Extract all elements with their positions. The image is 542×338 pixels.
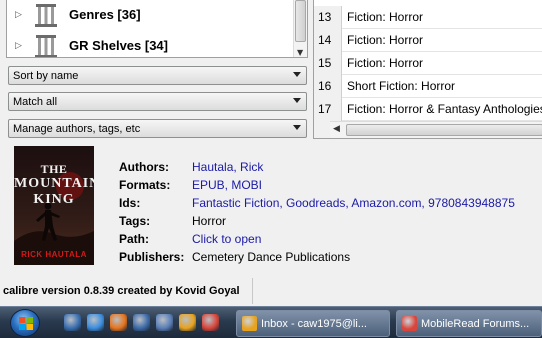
column-icon xyxy=(35,34,57,57)
scrollbar-thumb[interactable] xyxy=(346,124,542,136)
media-icon[interactable] xyxy=(133,314,150,331)
row-number: 13 xyxy=(314,6,342,29)
row-genre: Fiction: Horror xyxy=(347,10,424,24)
tag-browser-item-gr-shelves[interactable]: ▷ GR Shelves [34] xyxy=(7,31,297,57)
scroll-left-arrow-icon[interactable]: ◀ xyxy=(333,124,340,134)
table-row[interactable]: 17 Fiction: Horror & Fantasy Anthologies xyxy=(314,98,542,121)
scroll-down-arrow-icon[interactable]: ▼ xyxy=(297,48,303,57)
outlook-icon xyxy=(242,316,257,331)
start-button[interactable] xyxy=(10,309,40,337)
cover-title-line2: MOUNTAIN KING xyxy=(14,176,94,207)
book-list-horizontal-scrollbar[interactable]: ◀ xyxy=(330,121,542,138)
internet-explorer-icon[interactable] xyxy=(87,314,104,331)
tag-browser-item-genres[interactable]: ▷ Genres [36] xyxy=(7,0,297,29)
column-icon xyxy=(35,3,57,27)
calibre-icon[interactable] xyxy=(156,314,173,331)
path-label: Path: xyxy=(119,232,149,246)
publishers-label: Publishers: xyxy=(119,250,185,264)
row-genre: Short Fiction: Horror xyxy=(347,79,456,93)
match-mode-dropdown[interactable]: Match all xyxy=(8,92,307,111)
status-divider xyxy=(252,278,253,304)
sort-by-value: Sort by name xyxy=(13,69,79,82)
row-number: 17 xyxy=(314,98,342,121)
book-list: 13 Fiction: Horror 14 Fiction: Horror 15… xyxy=(313,0,542,139)
status-bar-text: calibre version 0.8.39 created by Kovid … xyxy=(3,285,240,297)
outlook-icon[interactable] xyxy=(179,314,196,331)
chrome-icon[interactable] xyxy=(202,314,219,331)
book-cover[interactable]: THE MOUNTAIN KING RICK HAUTALA xyxy=(14,146,94,265)
chevron-down-icon xyxy=(293,125,301,130)
match-mode-value: Match all xyxy=(13,95,58,108)
taskbar-button-chrome[interactable]: MobileRead Forums... xyxy=(396,310,542,337)
cover-title-line1: THE xyxy=(40,162,68,176)
taskbar-button-outlook[interactable]: Inbox - caw1975@li... xyxy=(236,310,390,337)
authors-link[interactable]: Hautala, Rick xyxy=(192,160,263,174)
row-number: 15 xyxy=(314,52,342,75)
formats-link[interactable]: EPUB, MOBI xyxy=(192,178,262,192)
row-number: 16 xyxy=(314,75,342,98)
taskbar-button-label: MobileRead Forums... xyxy=(421,317,530,330)
manage-tags-dropdown[interactable]: Manage authors, tags, etc xyxy=(8,119,307,138)
manage-tags-value: Manage authors, tags, etc xyxy=(13,122,141,135)
row-genre: Fiction: Horror xyxy=(347,33,424,47)
taskbar-button-label: Inbox - caw1975@li... xyxy=(261,317,367,330)
sort-by-dropdown[interactable]: Sort by name xyxy=(8,66,307,85)
row-genre: Fiction: Horror xyxy=(347,56,424,70)
firefox-icon[interactable] xyxy=(110,314,127,331)
authors-label: Authors: xyxy=(119,160,169,174)
show-desktop-icon[interactable] xyxy=(64,314,81,331)
chevron-down-icon xyxy=(293,72,301,77)
row-genre: Fiction: Horror & Fantasy Anthologies xyxy=(347,102,542,116)
formats-label: Formats: xyxy=(119,178,171,192)
expand-arrow-icon[interactable]: ▷ xyxy=(15,10,29,20)
tag-browser: ▷ Genres [36] ▷ GR Shelves [34] ▼ xyxy=(6,0,308,58)
table-row[interactable]: 15 Fiction: Horror xyxy=(314,52,542,75)
row-number: 14 xyxy=(314,29,342,52)
expand-arrow-icon[interactable]: ▷ xyxy=(15,41,29,51)
table-row[interactable]: 14 Fiction: Horror xyxy=(314,29,542,52)
table-row[interactable]: 16 Short Fiction: Horror xyxy=(314,75,542,98)
tag-browser-label: GR Shelves [34] xyxy=(69,38,168,53)
cover-author: RICK HAUTALA xyxy=(21,250,87,259)
table-row[interactable]: 13 Fiction: Horror xyxy=(314,6,542,29)
publishers-value: Cemetery Dance Publications xyxy=(192,250,351,264)
chrome-icon xyxy=(402,316,417,331)
tag-browser-label: Genres [36] xyxy=(69,7,141,22)
chevron-down-icon xyxy=(293,98,301,103)
ids-links[interactable]: Fantastic Fiction, Goodreads, Amazon.com… xyxy=(192,196,515,210)
ids-label: Ids: xyxy=(119,196,141,210)
scrollbar-thumb[interactable] xyxy=(295,0,306,42)
tag-browser-scrollbar[interactable]: ▼ xyxy=(293,0,307,57)
scroll-corner xyxy=(314,121,330,138)
tags-label: Tags: xyxy=(119,214,151,228)
windows-logo-icon xyxy=(19,317,33,330)
tags-value: Horror xyxy=(192,214,227,228)
path-link[interactable]: Click to open xyxy=(192,232,261,246)
